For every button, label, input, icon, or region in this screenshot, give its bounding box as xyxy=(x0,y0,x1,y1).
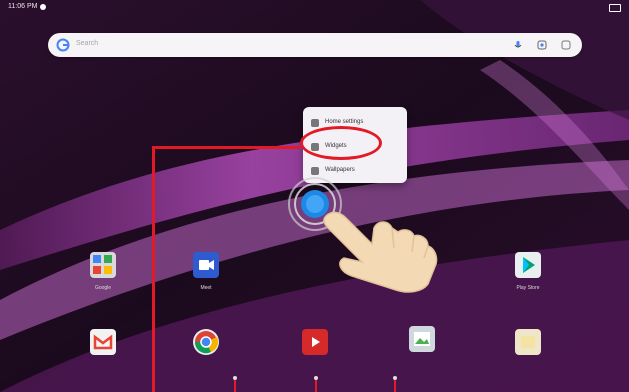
play-store-icon[interactable] xyxy=(515,252,541,278)
app-label: Meet xyxy=(200,285,212,291)
indicator-tick xyxy=(394,380,396,392)
status-time: 11:06 PM xyxy=(8,3,38,10)
files-icon[interactable] xyxy=(515,329,541,355)
lens-icon[interactable] xyxy=(536,39,548,51)
search-input[interactable]: Search xyxy=(76,40,98,47)
app-label: Google xyxy=(94,285,112,291)
status-bar: 11:06 PM xyxy=(0,0,629,14)
youtube-icon[interactable] xyxy=(302,329,328,355)
wallpaper-icon xyxy=(311,167,319,175)
settings-icon xyxy=(311,119,319,127)
widgets-highlight-circle xyxy=(300,126,382,160)
mic-icon[interactable] xyxy=(512,39,524,51)
ai-mode-icon[interactable] xyxy=(560,39,572,51)
indicator-tick xyxy=(315,380,317,392)
google-folder-icon[interactable] xyxy=(90,252,116,278)
home-screen: 11:06 PM Search Home settings Widgets Wa… xyxy=(0,0,629,392)
indicator-tick xyxy=(234,380,236,392)
meet-icon[interactable] xyxy=(193,252,219,278)
search-bar[interactable]: Search xyxy=(48,33,582,57)
google-g-icon xyxy=(56,38,70,52)
menu-item-label: Home settings xyxy=(325,119,364,125)
photos-icon[interactable] xyxy=(409,326,435,352)
pointing-hand-icon xyxy=(323,211,438,293)
chrome-icon[interactable] xyxy=(193,329,219,355)
menu-item-label: Wallpapers xyxy=(325,167,355,173)
notification-dot-icon xyxy=(40,4,46,10)
callout-line-horizontal xyxy=(152,146,300,149)
battery-icon xyxy=(609,4,621,12)
gmail-icon[interactable] xyxy=(90,329,116,355)
app-label: Play Store xyxy=(516,285,540,291)
callout-line-vertical xyxy=(152,146,155,392)
